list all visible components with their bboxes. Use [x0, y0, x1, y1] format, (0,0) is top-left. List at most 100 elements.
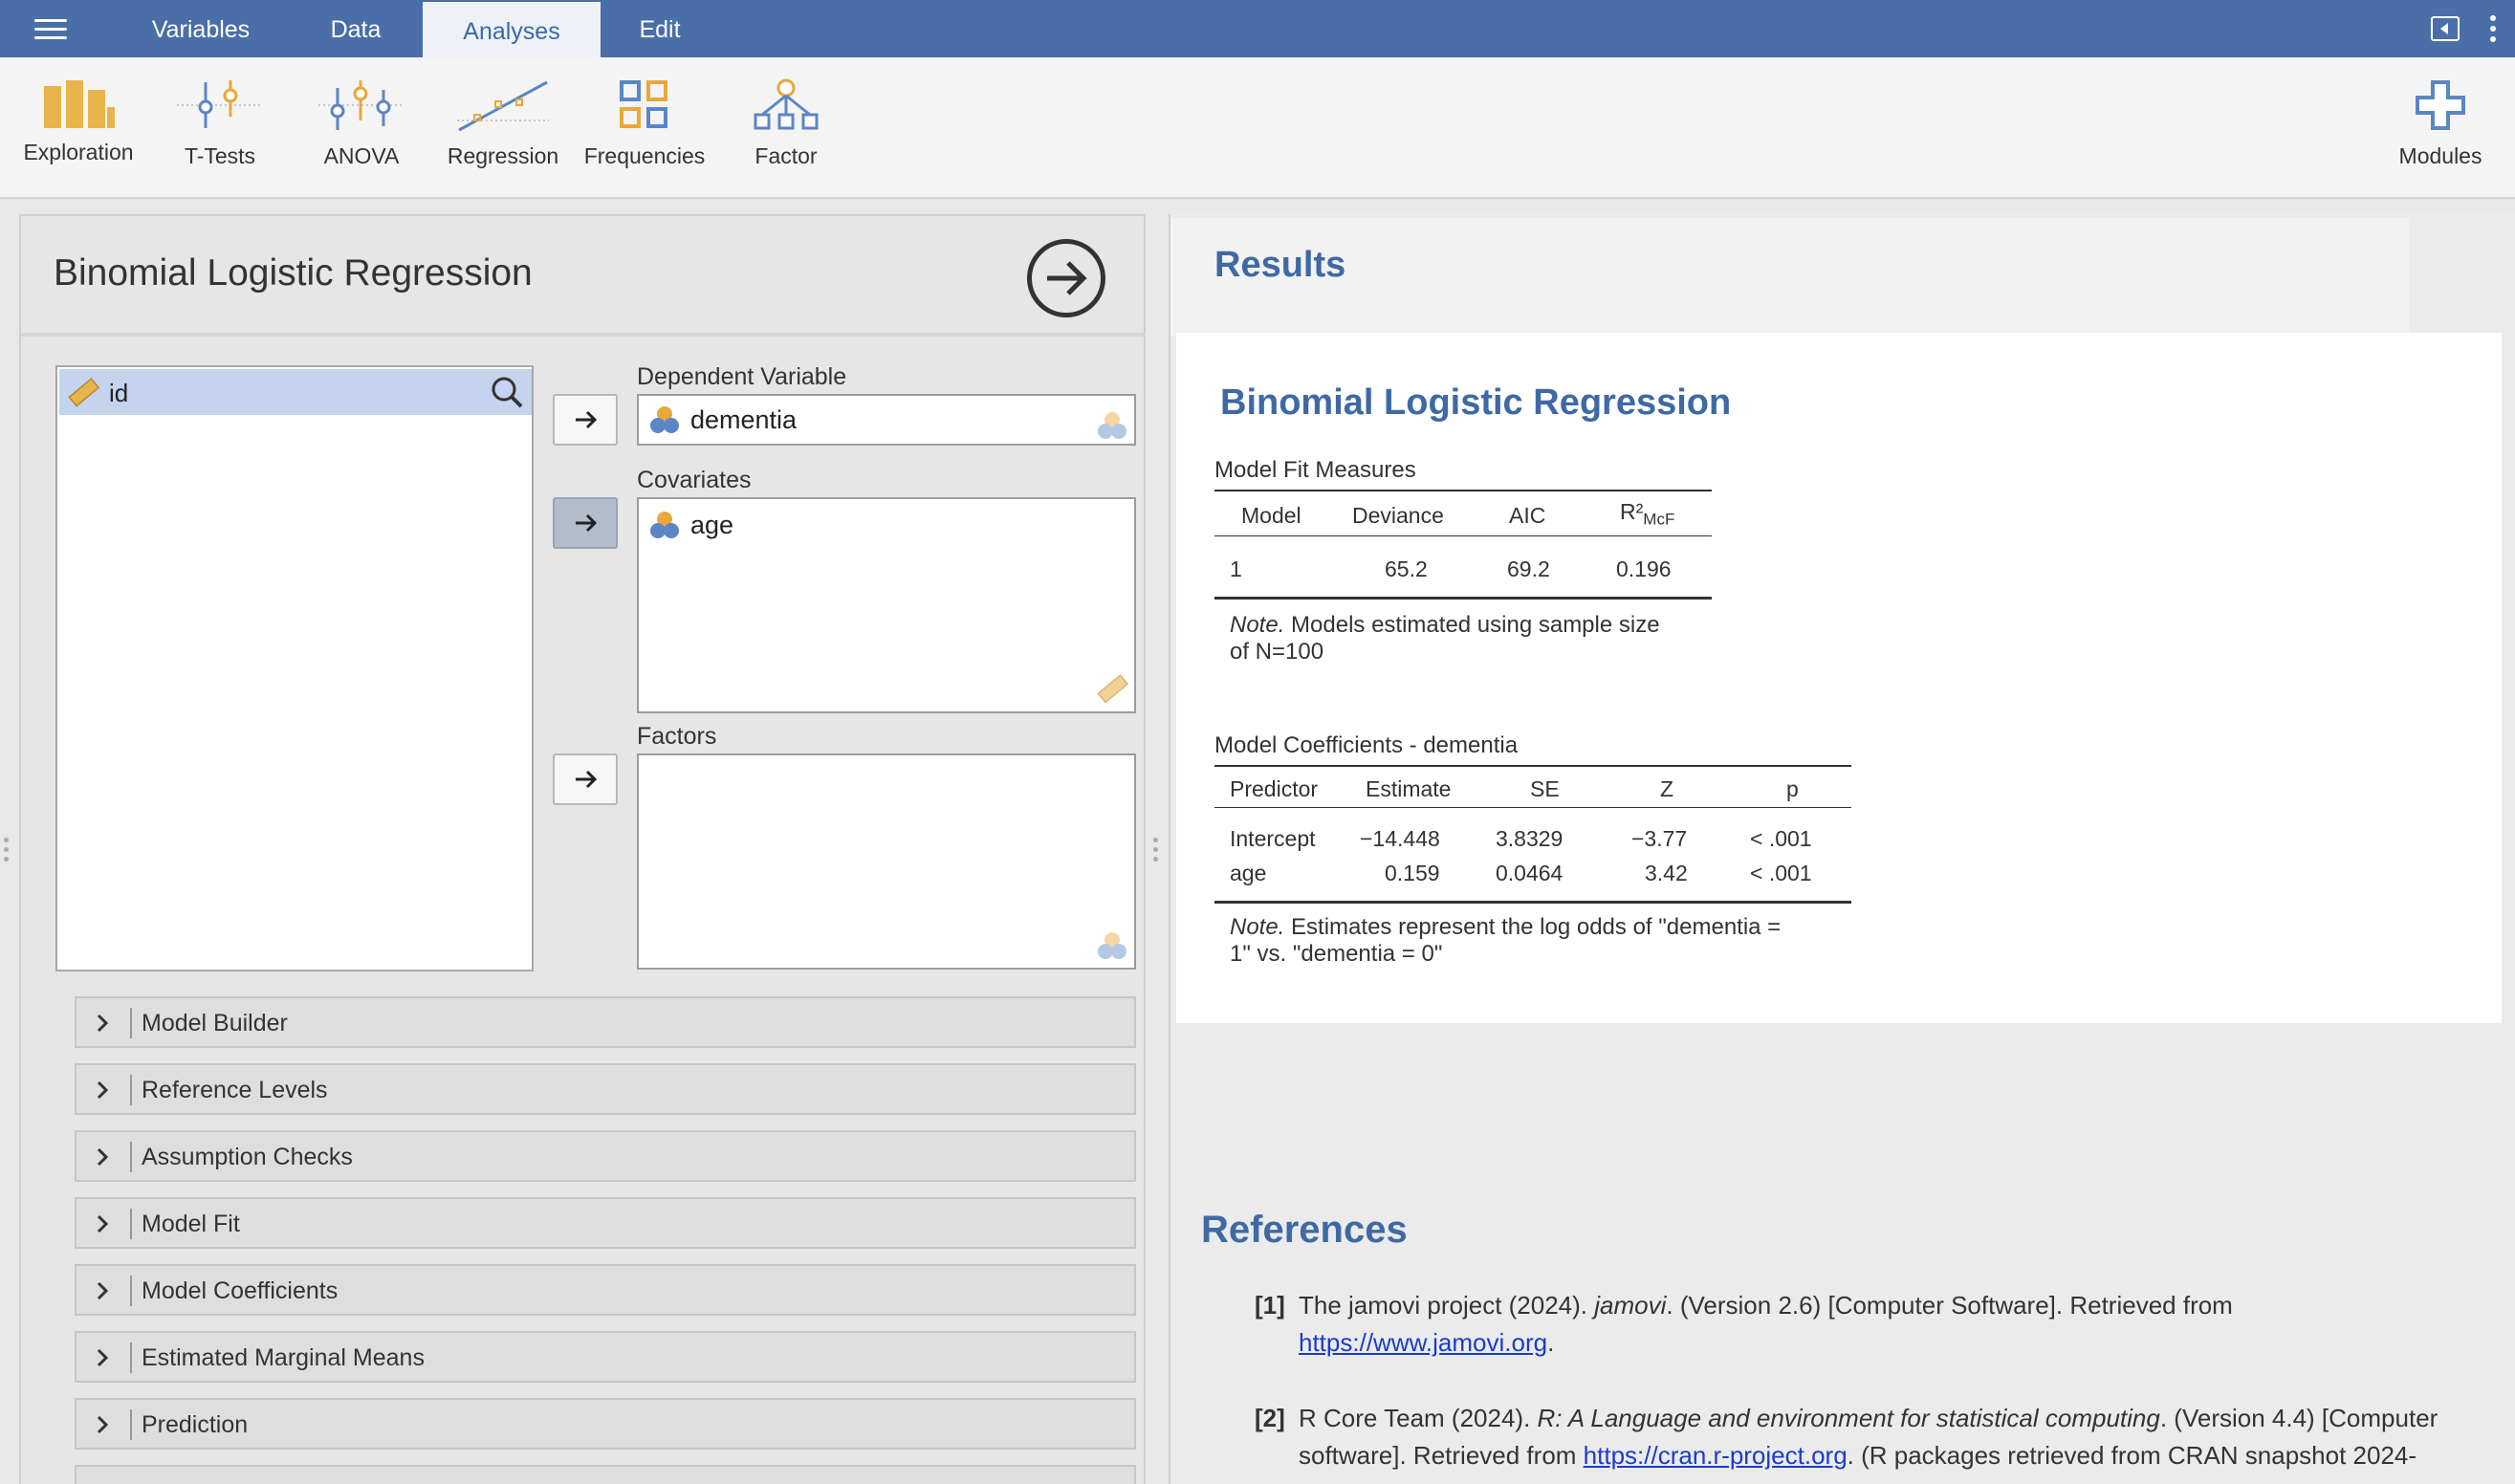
anova-label: ANOVA — [323, 143, 400, 168]
t-tests-button[interactable]: T-Tests — [153, 78, 287, 169]
table-header: Predictor — [1230, 776, 1319, 801]
factor-button[interactable]: Factor — [719, 78, 853, 169]
table-cell: 0.196 — [1616, 556, 1672, 581]
exploration-button[interactable]: Exploration — [11, 78, 145, 165]
section-more[interactable] — [75, 1465, 1136, 1484]
arrow-right-icon — [576, 513, 598, 533]
reference-text-part: . (R packages retrieved from CRAN snapsh… — [1847, 1441, 2417, 1470]
model-fit-table: Model Deviance AIC R²McF 1 65.2 69.2 0.1… — [1214, 490, 1712, 665]
model-fit-note: Note. Models estimated using sample size… — [1230, 612, 1708, 666]
panel-splitter-grip[interactable] — [1153, 838, 1159, 872]
table-header: SE — [1530, 776, 1560, 801]
chevron-right-icon — [97, 1147, 109, 1167]
variable-item-id[interactable]: id — [59, 369, 532, 415]
note-label: Note. — [1230, 612, 1285, 638]
table-cell: 69.2 — [1507, 556, 1550, 581]
table-header: p — [1786, 776, 1799, 801]
references-heading: References — [1201, 1209, 1408, 1251]
arrow-right-icon — [576, 410, 598, 429]
move-to-factors-button[interactable] — [553, 753, 618, 805]
table-header: Z — [1660, 776, 1674, 801]
analyses-ribbon: Exploration T-Tests ANOVA Regression Fre… — [0, 57, 2515, 199]
tab-edit[interactable]: Edit — [612, 0, 708, 57]
options-divider — [21, 333, 1146, 337]
frequencies-icon — [620, 80, 667, 128]
table-cell: 1 — [1230, 556, 1242, 581]
reference-text: R Core Team (2024). R: A Language and en… — [1299, 1400, 2513, 1474]
dependent-variable-box[interactable]: dementia — [637, 394, 1136, 446]
variable-item-label: id — [109, 379, 129, 407]
factors-label: Factors — [637, 723, 717, 750]
analysis-options-panel: Binomial Logistic Regression id Dependen… — [19, 214, 1146, 1484]
nominal-variable-hint-icon — [1098, 932, 1126, 959]
toggle-results-mode-icon[interactable] — [2431, 16, 2460, 41]
factor-label: Factor — [754, 143, 818, 168]
arrow-right-icon — [576, 770, 598, 789]
regression-button[interactable]: Regression — [436, 78, 570, 169]
t-tests-icon — [177, 80, 263, 128]
move-to-dependent-button[interactable] — [553, 394, 618, 446]
note-text-cont: of N=100 — [1230, 639, 1324, 665]
section-model-coefficients[interactable]: Model Coefficients — [75, 1264, 1136, 1316]
search-icon[interactable] — [488, 373, 526, 411]
note-text: Estimates represent the log odds of "dem… — [1291, 914, 1782, 940]
nominal-variable-icon — [650, 406, 679, 433]
results-heading: Results — [1214, 245, 1346, 285]
covariate-item-label: age — [690, 511, 734, 539]
r2-symbol: R² — [1620, 499, 1644, 524]
move-to-covariates-button[interactable] — [553, 497, 618, 549]
section-prediction[interactable]: Prediction — [75, 1398, 1136, 1450]
section-assumption-checks[interactable]: Assumption Checks — [75, 1130, 1136, 1182]
analysis-results-card[interactable]: Binomial Logistic Regression Model Fit M… — [1176, 333, 2502, 1023]
section-reference-levels[interactable]: Reference Levels — [75, 1063, 1136, 1115]
note-text-cont: 1" vs. "dementia = 0" — [1230, 941, 1443, 967]
cran-link[interactable]: https://cran.r-project.org — [1584, 1441, 1848, 1470]
reference-number: [2] — [1255, 1404, 1285, 1432]
available-variables-list[interactable]: id — [55, 365, 534, 971]
section-label: Model Builder — [142, 1010, 288, 1037]
exploration-bar-chart-icon — [44, 80, 115, 128]
dependent-variable-item[interactable]: dementia — [648, 404, 797, 436]
continuous-ruler-hint-icon — [1097, 674, 1128, 704]
frequencies-button[interactable]: Frequencies — [578, 78, 711, 169]
dependent-variable-value: dementia — [690, 405, 798, 434]
note-label: Note. — [1230, 914, 1285, 940]
chevron-right-icon — [97, 1348, 109, 1367]
kebab-menu-icon[interactable] — [2490, 15, 2498, 42]
results-panel: Results Binomial Logistic Regression Mod… — [1169, 214, 2515, 1484]
reference-text-part: . — [1547, 1328, 1555, 1357]
results-header-area — [1170, 218, 2409, 337]
table-cell: 65.2 — [1385, 556, 1428, 581]
section-label: Model Coefficients — [142, 1277, 339, 1304]
hamburger-menu-icon[interactable] — [34, 19, 67, 40]
tab-variables[interactable]: Variables — [120, 0, 281, 57]
section-model-builder[interactable]: Model Builder — [75, 996, 1136, 1048]
anova-button[interactable]: ANOVA — [295, 78, 428, 169]
covariate-item[interactable]: age — [648, 509, 733, 541]
plus-icon — [2416, 80, 2465, 130]
chevron-right-icon — [97, 1014, 109, 1033]
section-model-fit[interactable]: Model Fit — [75, 1197, 1136, 1249]
section-label: Prediction — [142, 1411, 249, 1438]
covariates-box[interactable]: age — [637, 497, 1136, 713]
modules-button[interactable]: Modules — [2373, 78, 2507, 169]
table-cell: 3.8329 — [1496, 826, 1564, 851]
section-label: Model Fit — [142, 1211, 240, 1237]
reference-title: R: A Language and environment for statis… — [1537, 1404, 2160, 1432]
table-header: Model — [1241, 503, 1301, 528]
analysis-options-title: Binomial Logistic Regression — [54, 252, 533, 294]
covariates-label: Covariates — [637, 467, 752, 493]
table-cell: Intercept — [1230, 826, 1316, 851]
tab-analyses[interactable]: Analyses — [423, 0, 601, 57]
close-options-arrow-icon[interactable] — [1027, 239, 1105, 317]
left-splitter-grip[interactable] — [4, 838, 10, 872]
tab-data[interactable]: Data — [302, 0, 409, 57]
section-estimated-marginal-means[interactable]: Estimated Marginal Means — [75, 1331, 1136, 1383]
jamovi-link[interactable]: https://www.jamovi.org — [1299, 1328, 1547, 1357]
reference-text: The jamovi project (2024). jamovi. (Vers… — [1299, 1287, 2515, 1362]
chevron-right-icon — [97, 1415, 109, 1434]
table-cell: 3.42 — [1645, 861, 1688, 885]
nominal-variable-icon — [650, 512, 679, 538]
frequencies-label: Frequencies — [583, 143, 706, 168]
factors-box[interactable] — [637, 753, 1136, 970]
